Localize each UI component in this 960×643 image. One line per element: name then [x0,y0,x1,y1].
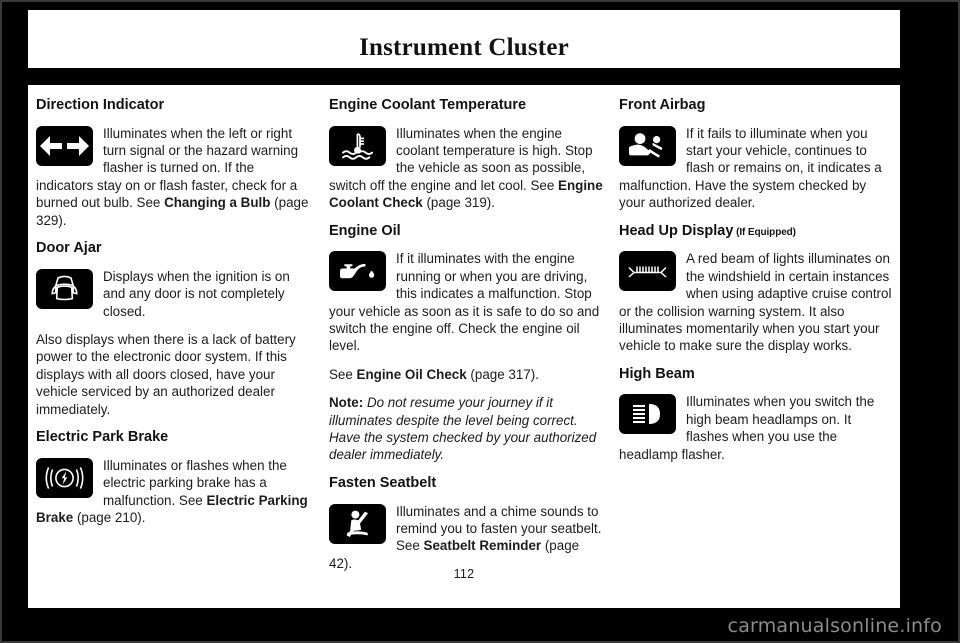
paragraph-fasten-seatbelt-1: Illuminates and a chime sounds to remind… [329,503,604,573]
high-beam-icon [619,394,676,435]
section-heading-fasten-seatbelt: Fasten Seatbelt [329,474,437,491]
paragraph-engine-oil-3: Note: Do not resume your journey if it i… [329,394,604,464]
section-heading-direction-indicator: Direction Indicator [36,97,165,113]
paragraph-engine-oil-2: See Engine Oil Check (page 317). [329,366,604,383]
paragraph-head-up-display-1: A red beam of lights illuminates on the … [619,250,892,354]
emphasis-italic: Do not resume your journey if it illumin… [329,395,597,463]
paragraph-front-airbag-1: If it fails to illuminate when you start… [619,125,892,212]
page-header: Instrument Cluster [28,10,900,68]
page-content: Direction Indicator Illuminates when the … [28,85,900,608]
page-title: Instrument Cluster [359,34,569,61]
column-right: Front Airbag If it fails to illuminate wh… [616,85,900,555]
emphasis-bold: Engine Coolant Check [329,177,603,211]
section-heading-electric-park-brake: Electric Park Brake [36,429,169,446]
heading-qualifier: (If Equipped) [733,226,796,238]
door-ajar-icon [36,268,93,309]
paragraph-text: Displays when the ignition is on and any… [103,268,290,319]
column-middle: Engine Coolant Temperature Illuminates wh… [324,85,616,571]
paragraph-text: Note: Do not resume your journey if it i… [329,395,596,462]
content-columns: Direction Indicator Illuminates when the … [28,85,900,571]
column-left: Direction Indicator Illuminates when the … [28,85,324,555]
watermark: carmanualsonline.info [727,615,942,637]
paragraph-door-ajar-1: Displays when the ignition is on and any… [36,268,312,320]
section-heading-front-airbag: Front Airbag [619,97,706,113]
paragraph-text: See Engine Oil Check (page 317). [329,366,539,382]
section-heading-head-up-display: Head Up Display (If Equipped) [619,222,796,239]
section-heading-high-beam: High Beam [619,365,695,382]
section-heading-door-ajar: Door Ajar [36,240,102,257]
paragraph-high-beam-1: Illuminates when you switch the high bea… [619,393,892,463]
paragraph-engine-coolant-temperature-1: Illuminates when the engine coolant temp… [329,125,604,212]
engine-coolant-temperature-icon [329,125,386,166]
paragraph-direction-indicator-1: Illuminates when the left or right turn … [36,125,312,229]
emphasis-bold: Seatbelt Reminder [423,538,542,554]
head-up-display-icon [619,251,676,292]
electric-park-brake-icon [36,457,93,498]
paragraph-electric-park-brake-1: Illuminates or flashes when the electric… [36,457,312,527]
engine-oil-icon [329,251,386,292]
emphasis-bold: Engine Oil Check [356,366,467,382]
section-heading-engine-oil: Engine Oil [329,222,401,239]
page-number: 112 [453,567,475,581]
paragraph-door-ajar-2: Also displays when there is a lack of ba… [36,331,312,418]
emphasis-bold: Note: [329,395,364,411]
paragraph-text: Also displays when there is a lack of ba… [36,332,296,417]
paragraph-engine-oil-1: If it illuminates with the engine runnin… [329,250,604,354]
fasten-seatbelt-icon [329,503,386,544]
front-airbag-icon [619,125,676,166]
section-heading-engine-coolant-temperature: Engine Coolant Temperature [329,97,527,113]
emphasis-bold: Changing a Bulb [164,195,271,211]
direction-indicator-icon [36,125,93,166]
